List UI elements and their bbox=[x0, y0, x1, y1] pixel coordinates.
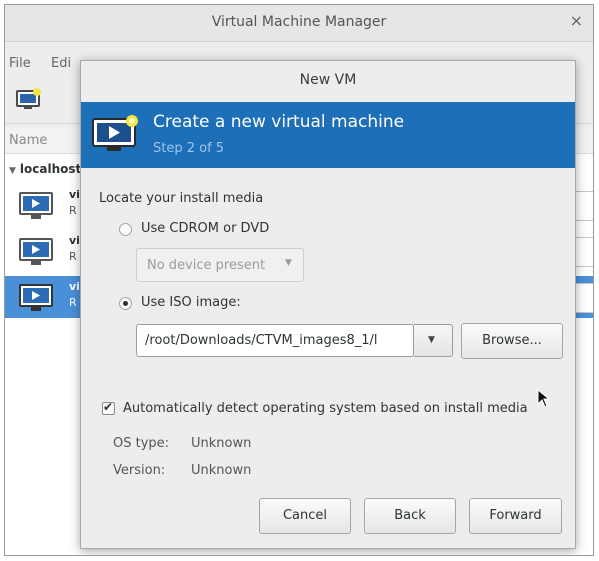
cdrom-device-combo: No device present ▼ bbox=[136, 248, 304, 282]
vm-name: vi bbox=[69, 280, 80, 293]
host-label: localhost bbox=[19, 162, 82, 176]
wizard-banner: Create a new virtual machine Step 2 of 5 bbox=[81, 102, 575, 168]
cdrom-radio[interactable] bbox=[119, 223, 132, 236]
auto-detect-label[interactable]: Automatically detect operating system ba… bbox=[123, 401, 528, 416]
iso-path-value: /root/Downloads/CTVM_images8_1/l bbox=[145, 333, 378, 348]
chevron-down-icon: ▼ bbox=[285, 258, 292, 268]
vm-status: R bbox=[69, 296, 77, 309]
new-vm-button[interactable] bbox=[15, 87, 43, 111]
os-type-label: OS type: bbox=[113, 436, 170, 451]
dialog-title: New VM bbox=[299, 72, 357, 88]
step-indicator: Step 2 of 5 bbox=[153, 141, 225, 156]
monitor-icon bbox=[19, 192, 53, 219]
vm-status: R bbox=[69, 204, 77, 217]
new-vm-icon bbox=[92, 115, 138, 151]
monitor-icon bbox=[19, 238, 53, 265]
browse-button[interactable]: Browse... bbox=[461, 323, 563, 359]
screenshot-frame: Virtual Machine Manager × File Edi Name … bbox=[4, 4, 594, 556]
back-button[interactable]: Back bbox=[364, 498, 456, 534]
checkmark-icon: ✔ bbox=[103, 400, 114, 414]
cancel-button[interactable]: Cancel bbox=[259, 498, 351, 534]
main-window-title: Virtual Machine Manager bbox=[211, 14, 387, 30]
auto-detect-checkbox[interactable]: ✔ bbox=[102, 400, 115, 415]
monitor-icon bbox=[19, 284, 53, 311]
mouse-pointer-icon bbox=[537, 389, 551, 408]
new-vm-dialog: New VM Create a new virtual machine Step… bbox=[80, 60, 576, 549]
os-type-value: Unknown bbox=[191, 436, 252, 451]
column-name-label: Name bbox=[9, 133, 48, 148]
banner-title: Create a new virtual machine bbox=[153, 112, 405, 132]
iso-option-label[interactable]: Use ISO image: bbox=[141, 295, 241, 310]
menu-edit[interactable]: Edi bbox=[51, 56, 71, 71]
chevron-down-icon: ▼ bbox=[428, 335, 435, 345]
cdrom-option-label[interactable]: Use CDROM or DVD bbox=[141, 221, 269, 236]
main-titlebar: Virtual Machine Manager × bbox=[5, 5, 593, 42]
locate-media-label: Locate your install media bbox=[99, 191, 264, 206]
iso-history-dropdown[interactable]: ▼ bbox=[414, 324, 453, 357]
version-label: Version: bbox=[113, 463, 166, 478]
new-vm-icon bbox=[16, 88, 41, 109]
forward-button[interactable]: Forward bbox=[469, 498, 562, 534]
vm-name: vi bbox=[69, 188, 80, 201]
expand-arrow-icon[interactable]: ▼ bbox=[9, 166, 16, 176]
vm-name: vi bbox=[69, 234, 80, 247]
version-value: Unknown bbox=[191, 463, 252, 478]
iso-path-input[interactable]: /root/Downloads/CTVM_images8_1/l bbox=[136, 324, 414, 357]
close-icon[interactable]: × bbox=[570, 11, 583, 30]
host-connection[interactable]: ▼ localhost bbox=[9, 162, 81, 176]
menu-file[interactable]: File bbox=[9, 56, 31, 71]
vm-status: R bbox=[69, 250, 77, 263]
iso-radio[interactable] bbox=[119, 297, 132, 310]
cdrom-combo-value: No device present bbox=[147, 258, 266, 273]
